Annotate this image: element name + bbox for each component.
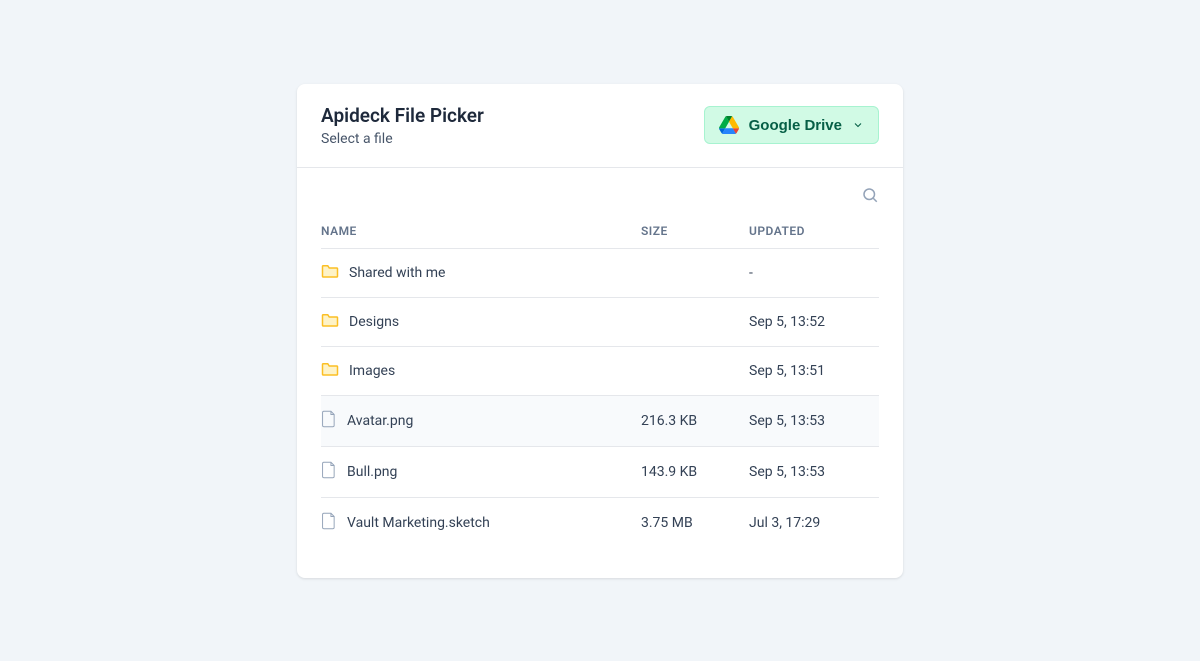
name-cell: Avatar.png: [321, 410, 641, 432]
file-name: Vault Marketing.sketch: [347, 515, 490, 531]
folder-icon: [321, 312, 339, 332]
file-size: 216.3 KB: [641, 413, 749, 429]
page-subtitle: Select a file: [321, 131, 484, 147]
name-cell: Designs: [321, 312, 641, 332]
name-cell: Shared with me: [321, 263, 641, 283]
file-updated: Sep 5, 13:53: [749, 413, 879, 429]
header-titles: Apideck File Picker Select a file: [321, 104, 484, 147]
chevron-down-icon: [852, 119, 864, 131]
name-cell: Vault Marketing.sketch: [321, 512, 641, 534]
table-row[interactable]: Avatar.png 216.3 KBSep 5, 13:53: [321, 395, 879, 446]
file-name: Images: [349, 363, 395, 379]
folder-icon: [321, 263, 339, 283]
toolbar: [297, 168, 903, 214]
file-icon: [321, 461, 337, 483]
file-table: NAME SIZE UPDATED Shared with me - Designs…: [297, 214, 903, 578]
table-row[interactable]: Designs Sep 5, 13:52: [321, 297, 879, 346]
name-cell: Bull.png: [321, 461, 641, 483]
file-name: Shared with me: [349, 265, 445, 281]
table-row[interactable]: Bull.png 143.9 KBSep 5, 13:53: [321, 446, 879, 497]
file-picker-card: Apideck File Picker Select a file Google…: [297, 84, 903, 578]
name-cell: Images: [321, 361, 641, 381]
table-row[interactable]: Shared with me -: [321, 248, 879, 297]
folder-icon: [321, 361, 339, 381]
file-updated: Sep 5, 13:51: [749, 363, 879, 379]
file-updated: Sep 5, 13:52: [749, 314, 879, 330]
file-size: 3.75 MB: [641, 515, 749, 531]
table-row[interactable]: Images Sep 5, 13:51: [321, 346, 879, 395]
drive-selector-button[interactable]: Google Drive: [704, 106, 879, 144]
table-row[interactable]: Vault Marketing.sketch 3.75 MBJul 3, 17:2…: [321, 497, 879, 548]
google-drive-icon: [719, 116, 739, 134]
file-updated: Sep 5, 13:53: [749, 464, 879, 480]
file-name: Designs: [349, 314, 399, 330]
search-icon[interactable]: [861, 186, 879, 204]
table-body: Shared with me - Designs Sep 5, 13:52 Images…: [321, 248, 879, 548]
file-size: 143.9 KB: [641, 464, 749, 480]
file-updated: Jul 3, 17:29: [749, 515, 879, 531]
col-header-updated: UPDATED: [749, 224, 879, 238]
page-title: Apideck File Picker: [321, 104, 484, 127]
col-header-name: NAME: [321, 224, 641, 238]
file-icon: [321, 410, 337, 432]
file-icon: [321, 512, 337, 534]
drive-label: Google Drive: [749, 117, 842, 134]
col-header-size: SIZE: [641, 224, 749, 238]
file-name: Bull.png: [347, 464, 397, 480]
table-header: NAME SIZE UPDATED: [321, 214, 879, 248]
file-updated: -: [749, 265, 879, 281]
card-header: Apideck File Picker Select a file Google…: [297, 84, 903, 168]
file-name: Avatar.png: [347, 413, 413, 429]
